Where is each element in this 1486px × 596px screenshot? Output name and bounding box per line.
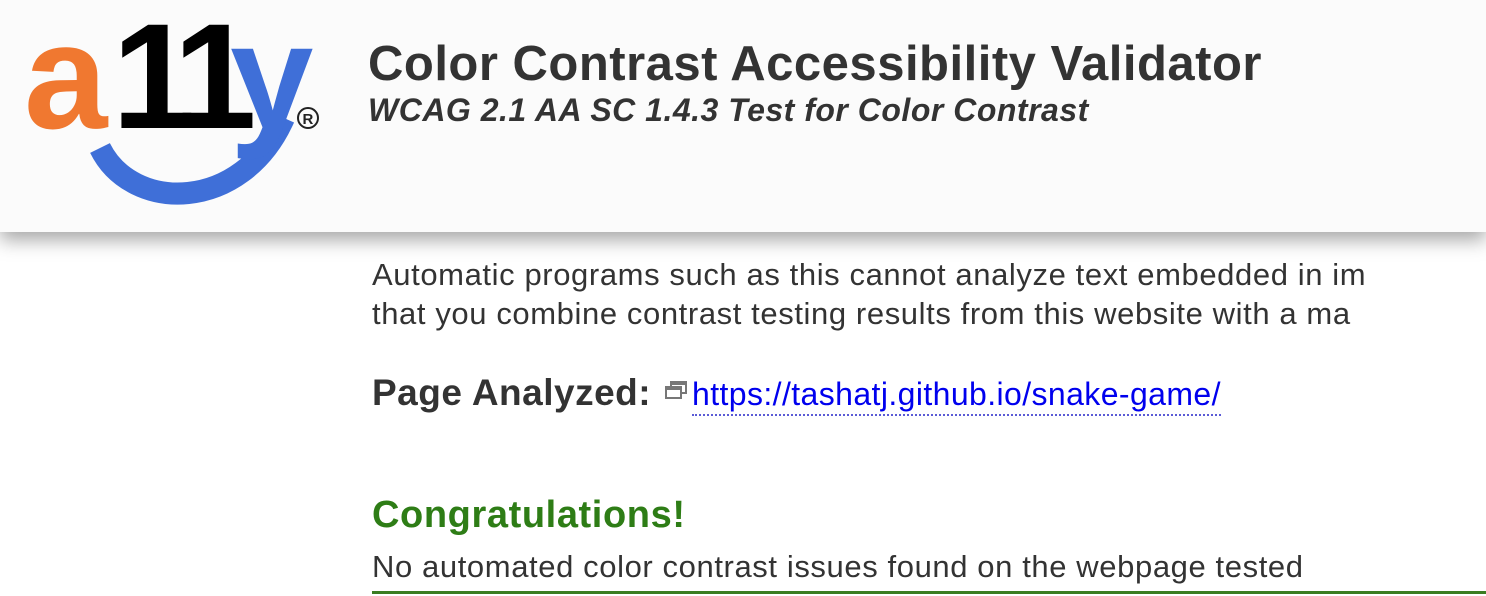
page-analyzed-label: Page Analyzed:: [372, 372, 652, 413]
external-window-icon: [664, 381, 687, 399]
a11y-logo[interactable]: a 11 y R: [22, 8, 332, 208]
intro-line-1: Automatic programs such as this cannot a…: [372, 257, 1367, 292]
page-title: Color Contrast Accessibility Validator: [368, 37, 1262, 91]
analyzed-url-link[interactable]: https://tashatj.github.io/snake-game/: [692, 376, 1221, 416]
result-message: No automated color contrast issues found…: [372, 549, 1304, 584]
result-divider: [372, 591, 1486, 594]
svg-text:y: y: [230, 8, 313, 160]
page-analyzed-row: Page Analyzed: https://tashatj.github.io…: [372, 372, 1221, 416]
intro-line-2: that you combine contrast testing result…: [372, 296, 1351, 331]
page-subtitle: WCAG 2.1 AA SC 1.4.3 Test for Color Cont…: [368, 92, 1089, 128]
svg-text:R: R: [303, 111, 314, 128]
intro-paragraph: Automatic programs such as this cannot a…: [372, 255, 1486, 333]
result-heading: Congratulations!: [372, 494, 686, 536]
svg-text:a: a: [24, 8, 109, 160]
site-header: a 11 y R Color Contrast Accessibility Va…: [0, 0, 1486, 232]
